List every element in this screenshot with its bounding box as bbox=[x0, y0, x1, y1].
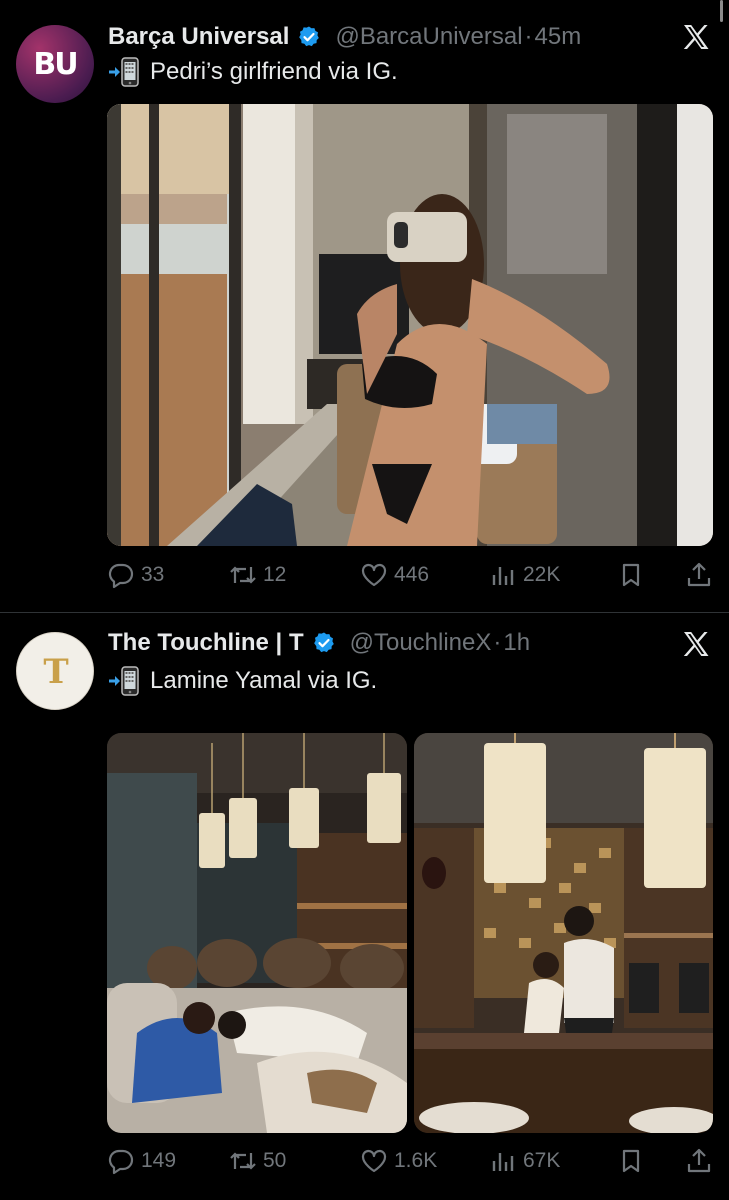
tweet-text: Pedri’s girlfriend via IG. bbox=[150, 58, 398, 85]
share-icon bbox=[687, 1148, 711, 1173]
timestamp[interactable]: 1h bbox=[503, 629, 530, 657]
share-button[interactable] bbox=[685, 1145, 719, 1177]
author-handle[interactable]: @TouchlineX bbox=[350, 629, 492, 657]
tweet-the-touchline[interactable]: T The Touchline | T @TouchlineX · 1h Lam… bbox=[0, 613, 729, 1200]
reply-count: 149 bbox=[141, 1149, 177, 1172]
avatar[interactable]: BU bbox=[16, 25, 94, 103]
retweet-button[interactable]: 50 bbox=[229, 1145, 286, 1177]
retweet-icon bbox=[230, 1152, 256, 1170]
bookmark-icon bbox=[622, 1149, 640, 1173]
x-logo-icon[interactable] bbox=[681, 22, 711, 52]
like-count: 1.6K bbox=[394, 1149, 438, 1172]
tweet-photo[interactable] bbox=[107, 104, 713, 546]
retweet-button[interactable]: 12 bbox=[229, 559, 286, 591]
share-button[interactable] bbox=[685, 559, 719, 591]
bookmark-button[interactable] bbox=[617, 1145, 651, 1177]
reply-icon bbox=[108, 1149, 134, 1175]
photo-bar bbox=[414, 733, 713, 1133]
like-button[interactable]: 1.6K bbox=[360, 1145, 437, 1177]
bookmark-button[interactable] bbox=[617, 559, 651, 591]
reply-icon bbox=[108, 563, 134, 589]
like-count: 446 bbox=[394, 563, 430, 586]
separator-dot: · bbox=[493, 629, 502, 656]
tweet-barca-universal[interactable]: BU Barça Universal @BarcaUniversal · 45m… bbox=[0, 0, 729, 612]
timestamp[interactable]: 45m bbox=[535, 23, 582, 51]
heart-icon bbox=[361, 1149, 387, 1173]
avatar-initials: BU bbox=[33, 46, 78, 82]
tweet-photo-2[interactable] bbox=[414, 733, 713, 1133]
author-name[interactable]: Barça Universal bbox=[108, 23, 289, 51]
retweet-count: 50 bbox=[263, 1149, 287, 1172]
like-button[interactable]: 446 bbox=[360, 559, 429, 591]
views-button[interactable]: 22K bbox=[489, 559, 560, 591]
mobile-phone-arrow-icon bbox=[109, 57, 139, 87]
author-name[interactable]: The Touchline | T bbox=[108, 629, 304, 657]
view-count: 67K bbox=[523, 1149, 561, 1172]
views-chart-icon bbox=[492, 567, 514, 585]
author-handle[interactable]: @BarcaUniversal bbox=[335, 23, 522, 51]
photo-lounge bbox=[107, 733, 407, 1133]
tweet-header: Barça Universal @BarcaUniversal · 45m bbox=[108, 22, 581, 52]
tweet-header: The Touchline | T @TouchlineX · 1h bbox=[108, 628, 530, 658]
reply-count: 33 bbox=[141, 563, 165, 586]
verified-badge-icon bbox=[299, 26, 320, 47]
view-count: 22K bbox=[523, 563, 561, 586]
reply-button[interactable]: 33 bbox=[107, 559, 164, 591]
reply-button[interactable]: 149 bbox=[107, 1145, 176, 1177]
avatar-initials: T bbox=[43, 652, 69, 692]
tweet-text: Lamine Yamal via IG. bbox=[150, 667, 378, 694]
tweet-photo-1[interactable] bbox=[107, 733, 407, 1133]
share-icon bbox=[687, 562, 711, 587]
bookmark-icon bbox=[622, 563, 640, 587]
retweet-count: 12 bbox=[263, 563, 287, 586]
verified-badge-icon bbox=[313, 632, 334, 653]
tweet-text-row: Pedri’s girlfriend via IG. bbox=[108, 56, 398, 88]
action-bar: 149 50 1.6K 67K bbox=[107, 1145, 713, 1177]
tweet-text-row: Lamine Yamal via IG. bbox=[108, 665, 377, 697]
avatar[interactable]: T bbox=[16, 632, 94, 710]
views-button[interactable]: 67K bbox=[489, 1145, 560, 1177]
heart-icon bbox=[361, 563, 387, 587]
x-logo-icon[interactable] bbox=[681, 629, 711, 659]
photo-selfie bbox=[107, 104, 713, 546]
views-chart-icon bbox=[492, 1153, 514, 1171]
action-bar: 33 12 446 22K bbox=[107, 559, 713, 591]
mobile-phone-arrow-icon bbox=[109, 666, 139, 696]
separator-dot: · bbox=[524, 23, 533, 50]
retweet-icon bbox=[230, 566, 256, 584]
